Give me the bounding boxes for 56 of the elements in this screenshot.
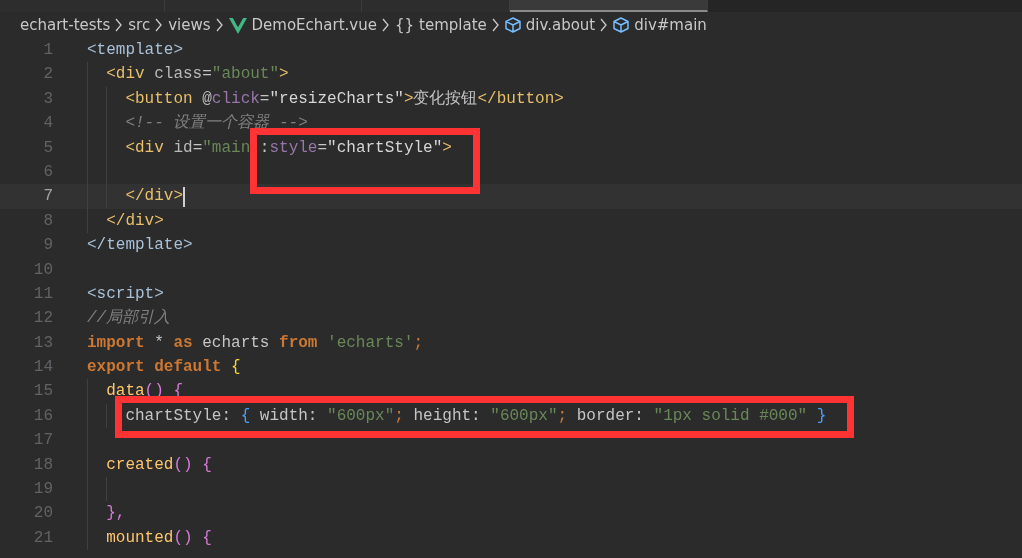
breadcrumb-item[interactable]: src <box>128 13 151 37</box>
chevron-icon <box>155 18 164 32</box>
line-number: 3 <box>42 88 53 110</box>
line-number: 16 <box>32 405 53 427</box>
editor-tab[interactable] <box>510 0 708 12</box>
line-number: 13 <box>32 332 53 354</box>
line-number: 20 <box>32 503 53 525</box>
code-line: <div id="main :style="chartStyle"> <box>125 137 452 159</box>
code-line: <div class="about"> <box>106 64 289 86</box>
line-number: 18 <box>32 454 53 476</box>
chevron-icon <box>491 18 500 32</box>
breadcrumb-item[interactable]: div.about <box>525 13 596 37</box>
line-number: 19 <box>32 479 53 501</box>
cube-icon <box>613 17 630 33</box>
line-number: 10 <box>32 259 53 281</box>
line-number: 5 <box>42 137 53 159</box>
braces-icon: {} <box>394 13 415 37</box>
code-line: </div> <box>106 210 164 232</box>
line-number: 9 <box>42 235 53 257</box>
chevron-icon <box>381 18 390 32</box>
breadcrumb-item[interactable]: template <box>419 13 487 37</box>
breadcrumb-item[interactable]: div#main <box>634 13 707 37</box>
chevron-icon <box>600 18 609 32</box>
cube-icon <box>504 17 521 33</box>
vue-logo-icon <box>228 16 247 34</box>
line-number: 17 <box>32 430 53 452</box>
code-line: <button @click="resizeCharts">变化按钮</button> <box>125 88 564 110</box>
code-line: </template> <box>87 235 193 257</box>
line-number: 6 <box>42 161 53 183</box>
line-number: 8 <box>42 210 53 232</box>
breadcrumb-item[interactable]: DemoEchart.vue <box>251 13 377 37</box>
line-number: 11 <box>32 283 53 305</box>
code-line: <script> <box>87 283 164 305</box>
line-number: 14 <box>32 357 53 379</box>
code-line: created() { <box>106 454 212 476</box>
code-line: export default { <box>87 357 241 379</box>
breadcrumb-item[interactable]: views <box>168 13 211 37</box>
line-number: 2 <box>42 64 53 86</box>
code-line: chartStyle: { width: "600px"; height: "600px"; border: "1px solid #000" } <box>125 405 827 427</box>
chevron-icon <box>115 18 124 32</box>
line-number: 12 <box>32 308 53 330</box>
chevron-icon <box>215 18 224 32</box>
line-number: 21 <box>32 527 53 549</box>
line-number: 15 <box>32 381 53 403</box>
breadcrumb-item[interactable]: echart-tests <box>20 13 111 37</box>
code-line: import * as echarts from 'echarts'; <box>87 332 424 354</box>
code-line: <!-- 设置一个容器 --> <box>125 112 308 135</box>
line-number: 1 <box>42 40 53 61</box>
line-number: 7 <box>42 186 53 208</box>
text-cursor <box>183 186 185 207</box>
code-line: //局部引入 <box>87 307 171 330</box>
code-line: }, <box>106 503 126 525</box>
code-line: </div> <box>125 186 183 208</box>
code-line: mounted() { <box>106 527 212 549</box>
line-number: 4 <box>42 113 53 135</box>
code-line: <template> <box>87 40 183 61</box>
